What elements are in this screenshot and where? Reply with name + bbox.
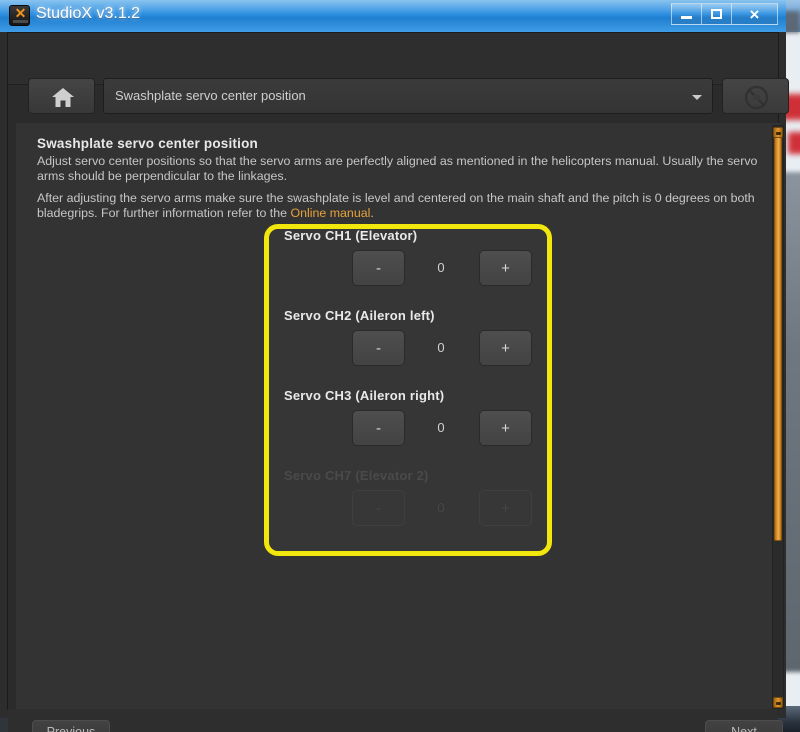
minimize-button[interactable] (671, 3, 701, 25)
next-button[interactable]: Next (705, 720, 783, 732)
servo-list: Servo CH1 (Elevator) - 0 + Servo CH2 (Ai… (264, 224, 552, 556)
client-area: Swashplate servo center position Swashpl… (7, 32, 789, 732)
studiox-x-logo-icon: ✕ (9, 5, 30, 26)
disconnect-icon (744, 85, 769, 110)
scrollbar-thumb[interactable] (774, 127, 782, 541)
previous-button[interactable]: Previous (32, 720, 110, 732)
studiox-x-glyph: ✕ (14, 5, 27, 21)
servo-decrement-button: - (352, 490, 405, 526)
servo-row: Servo CH3 (Aileron right) - 0 + (264, 388, 552, 468)
servo-increment-button[interactable]: + (479, 410, 532, 446)
online-manual-link[interactable]: Online manual (290, 206, 370, 220)
paragraph-2-text: After adjusting the servo arms make sure… (37, 191, 755, 220)
servo-label: Servo CH3 (Aileron right) (284, 388, 445, 403)
servo-value: 0 (437, 500, 445, 515)
footer: Previous Next (8, 709, 783, 732)
servo-label: Servo CH1 (Elevator) (284, 228, 418, 243)
close-button[interactable]: × (731, 3, 778, 25)
vertical-scrollbar[interactable] (772, 125, 784, 709)
disconnect-button[interactable] (722, 78, 789, 114)
servo-row: Servo CH7 (Elevator 2) - 0 + (264, 468, 552, 548)
servo-increment-button[interactable]: + (479, 330, 532, 366)
servo-value: 0 (437, 420, 445, 435)
page-content: Swashplate servo center position Adjust … (16, 123, 780, 709)
chevron-down-icon (692, 95, 702, 100)
servo-label: Servo CH7 (Elevator 2) (284, 468, 429, 483)
servo-increment-button: + (479, 490, 532, 526)
servo-row: Servo CH2 (Aileron left) - 0 + (264, 308, 552, 388)
maximize-icon (711, 9, 722, 19)
servo-label: Servo CH2 (Aileron left) (284, 308, 435, 323)
maximize-button[interactable] (701, 3, 731, 25)
desktop: ✕ StudioX v3.1.2 × Swashplate servo cent… (0, 0, 800, 732)
nav-dropdown[interactable]: Swashplate servo center position (103, 78, 713, 114)
servo-decrement-button[interactable]: - (352, 330, 405, 366)
servo-decrement-button[interactable]: - (352, 250, 405, 286)
window-title: StudioX v3.1.2 (36, 5, 141, 22)
servo-row: Servo CH1 (Elevator) - 0 + (264, 228, 552, 308)
titlebar[interactable]: ✕ StudioX v3.1.2 × (0, 0, 786, 32)
scrollbar-top-cap[interactable] (773, 127, 783, 138)
instructions-paragraph-2: After adjusting the servo arms make sure… (37, 191, 767, 221)
home-icon (52, 88, 74, 107)
scrollbar-cap-dot-icon (776, 132, 781, 135)
nav-dropdown-value: Swashplate servo center position (115, 88, 306, 103)
servo-increment-button[interactable]: + (479, 250, 532, 286)
servo-decrement-button[interactable]: - (352, 410, 405, 446)
paragraph-2-period: . (370, 206, 374, 220)
scrollbar-bottom-cap[interactable] (773, 697, 783, 708)
home-button[interactable] (28, 78, 95, 114)
page-title: Swashplate servo center position (37, 136, 258, 151)
servo-value: 0 (437, 340, 445, 355)
studiox-window: ✕ StudioX v3.1.2 × Swashplate servo cent… (0, 0, 789, 732)
studiox-logo-bar (13, 20, 28, 23)
minimize-icon (681, 16, 692, 19)
background-window-content-red-2 (788, 132, 800, 154)
servo-value: 0 (437, 260, 445, 275)
close-icon: × (749, 4, 760, 24)
scrollbar-cap-dot-icon (776, 702, 781, 705)
instructions-paragraph-1: Adjust servo center positions so that th… (37, 154, 758, 183)
